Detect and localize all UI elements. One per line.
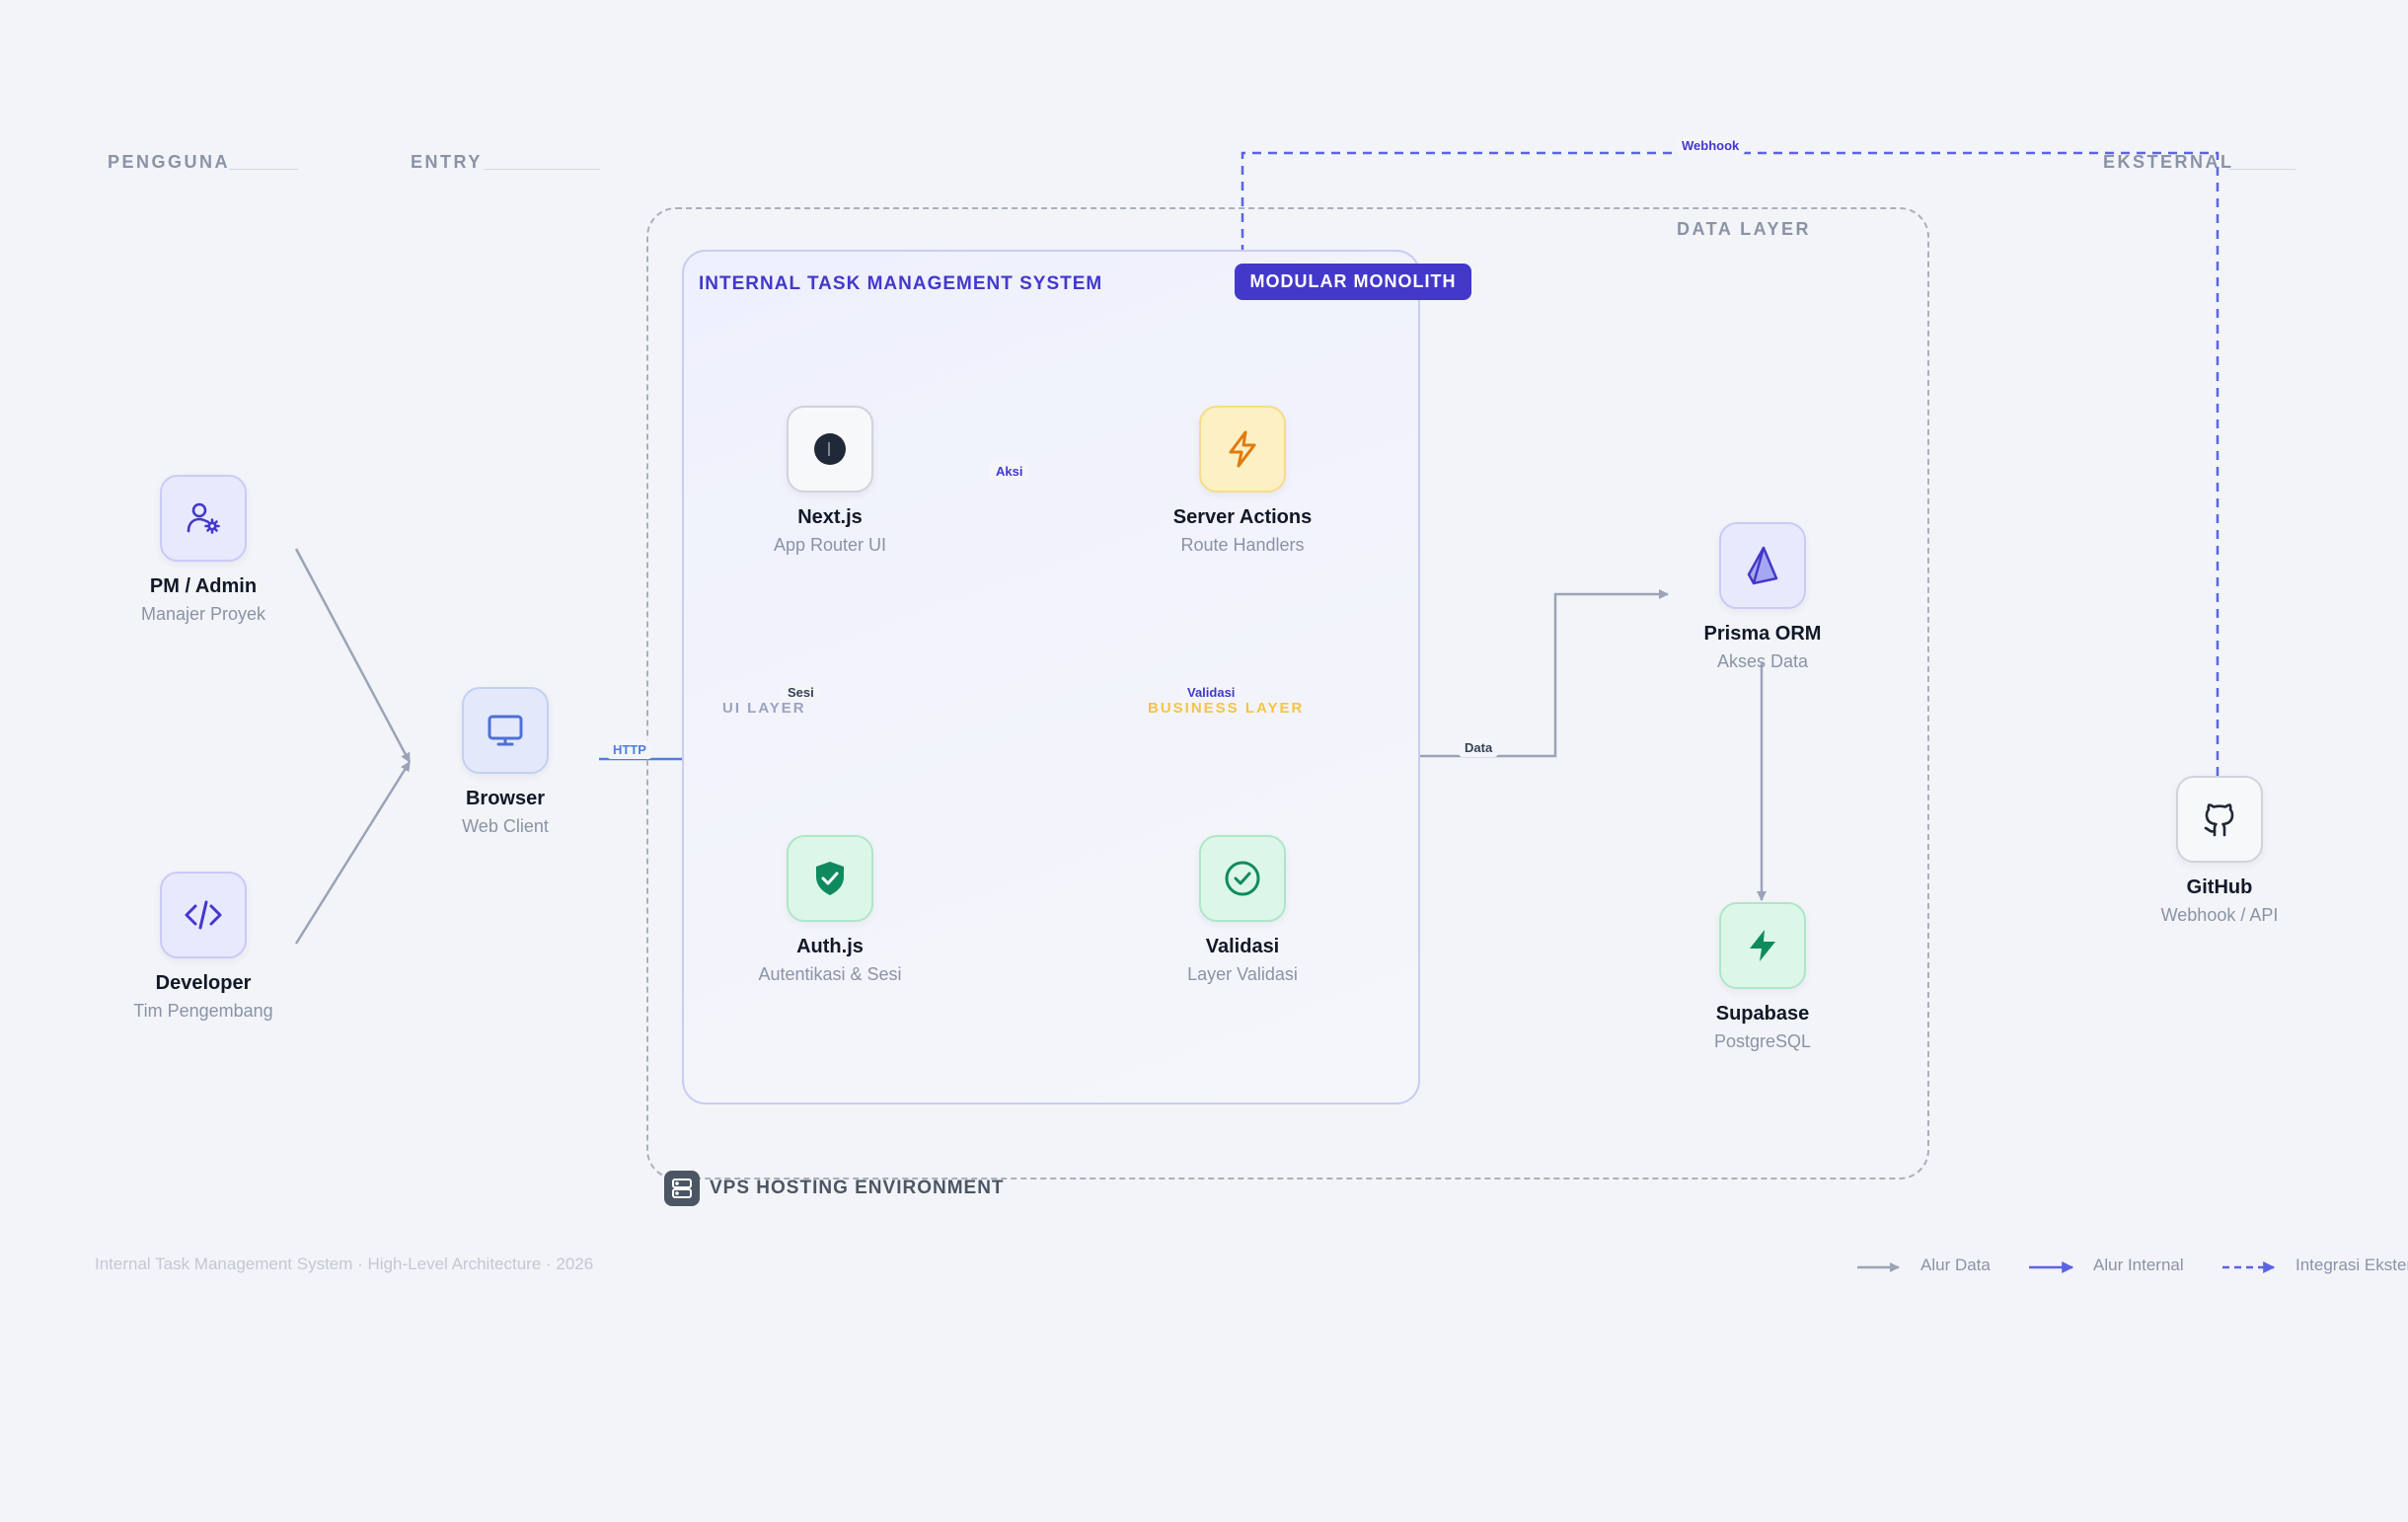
edge-label-aksi: Aksi bbox=[990, 462, 1029, 481]
section-label-pengguna: PENGGUNA bbox=[108, 152, 231, 172]
node-subtitle: Akses Data bbox=[1716, 651, 1809, 671]
monitor-icon bbox=[462, 687, 549, 774]
user-gear-icon bbox=[160, 475, 247, 562]
node-title: Server Actions bbox=[1172, 506, 1313, 528]
section-divider bbox=[229, 169, 298, 170]
node-title: Auth.js bbox=[796, 936, 864, 957]
vps-hosting-text: VPS HOSTING ENVIRONMENT bbox=[710, 1178, 1005, 1198]
code-icon bbox=[160, 872, 247, 958]
node-subtitle: Tim Pengembang bbox=[133, 1001, 273, 1021]
edge-label-webhook: Webhook bbox=[1676, 136, 1746, 155]
section-label-entry: ENTRY bbox=[411, 152, 483, 172]
edge-label-validasi: Validasi bbox=[1181, 683, 1242, 702]
node-title: GitHub bbox=[2186, 876, 2253, 898]
section-divider bbox=[2228, 169, 2295, 170]
node-browser[interactable]: Browser Web Client bbox=[387, 687, 624, 837]
node-title: PM / Admin bbox=[149, 575, 258, 597]
node-supabase[interactable]: Supabase PostgreSQL bbox=[1644, 902, 1881, 1052]
node-authjs[interactable]: Auth.js Autentikasi & Sesi bbox=[712, 835, 948, 985]
node-title: Validasi bbox=[1205, 936, 1280, 957]
node-subtitle: PostgreSQL bbox=[1713, 1031, 1812, 1051]
legend-label: Alur Data bbox=[1920, 1256, 1991, 1274]
supabase-bolt-icon bbox=[1719, 902, 1806, 989]
node-subtitle: Route Handlers bbox=[1180, 535, 1305, 555]
section-label-eksternal: EKSTERNAL bbox=[2103, 152, 2234, 172]
node-title: Prisma ORM bbox=[1703, 623, 1822, 645]
nextjs-icon bbox=[787, 406, 873, 493]
node-validasi[interactable]: Validasi Layer Validasi bbox=[1124, 835, 1361, 985]
node-pm-admin[interactable]: PM / Admin Manajer Proyek bbox=[85, 475, 322, 625]
section-label-data-layer: DATA LAYER bbox=[1677, 219, 1812, 239]
edge-label-data: Data bbox=[1459, 738, 1499, 757]
node-title: Supabase bbox=[1715, 1003, 1810, 1025]
node-subtitle: App Router UI bbox=[773, 535, 887, 555]
footer-caption: Internal Task Management System · High-L… bbox=[95, 1255, 594, 1273]
node-nextjs[interactable]: Next.js App Router UI bbox=[712, 406, 948, 556]
server-icon bbox=[664, 1171, 700, 1206]
prisma-icon bbox=[1719, 522, 1806, 609]
legend-integrasi-eksternal: Integrasi Eksternal bbox=[2295, 1256, 2408, 1275]
node-title: Next.js bbox=[797, 506, 863, 528]
node-prisma[interactable]: Prisma ORM Akses Data bbox=[1644, 522, 1881, 672]
node-developer[interactable]: Developer Tim Pengembang bbox=[85, 872, 322, 1022]
node-subtitle: Web Client bbox=[462, 816, 549, 836]
check-circle-icon bbox=[1199, 835, 1286, 922]
node-subtitle: Manajer Proyek bbox=[140, 604, 266, 624]
node-server-actions[interactable]: Server Actions Route Handlers bbox=[1124, 406, 1361, 556]
node-subtitle: Autentikasi & Sesi bbox=[758, 964, 902, 984]
legend-label: Alur Internal bbox=[2093, 1256, 2184, 1274]
lightning-icon bbox=[1199, 406, 1286, 493]
node-title: Browser bbox=[465, 788, 546, 809]
legend-alur-internal: Alur Internal bbox=[2093, 1256, 2184, 1275]
section-divider bbox=[484, 169, 600, 170]
legend-label: Integrasi Eksternal bbox=[2295, 1256, 2408, 1274]
vps-hosting-label: VPS HOSTING ENVIRONMENT bbox=[664, 1171, 1005, 1206]
system-title: INTERNAL TASK MANAGEMENT SYSTEM bbox=[699, 273, 1103, 294]
node-github[interactable]: GitHub Webhook / API bbox=[2101, 776, 2338, 926]
legend-alur-data: Alur Data bbox=[1920, 1256, 1991, 1275]
node-subtitle: Layer Validasi bbox=[1187, 964, 1298, 984]
shield-check-icon bbox=[787, 835, 873, 922]
ui-layer-label: UI LAYER bbox=[722, 700, 806, 717]
node-title: Developer bbox=[155, 972, 252, 994]
node-subtitle: Webhook / API bbox=[2160, 905, 2279, 925]
github-icon bbox=[2176, 776, 2263, 863]
modular-monolith-badge: MODULAR MONOLITH bbox=[1235, 264, 1471, 300]
edge-label-sesi: Sesi bbox=[782, 683, 820, 702]
business-layer-label: BUSINESS LAYER bbox=[1148, 700, 1305, 717]
